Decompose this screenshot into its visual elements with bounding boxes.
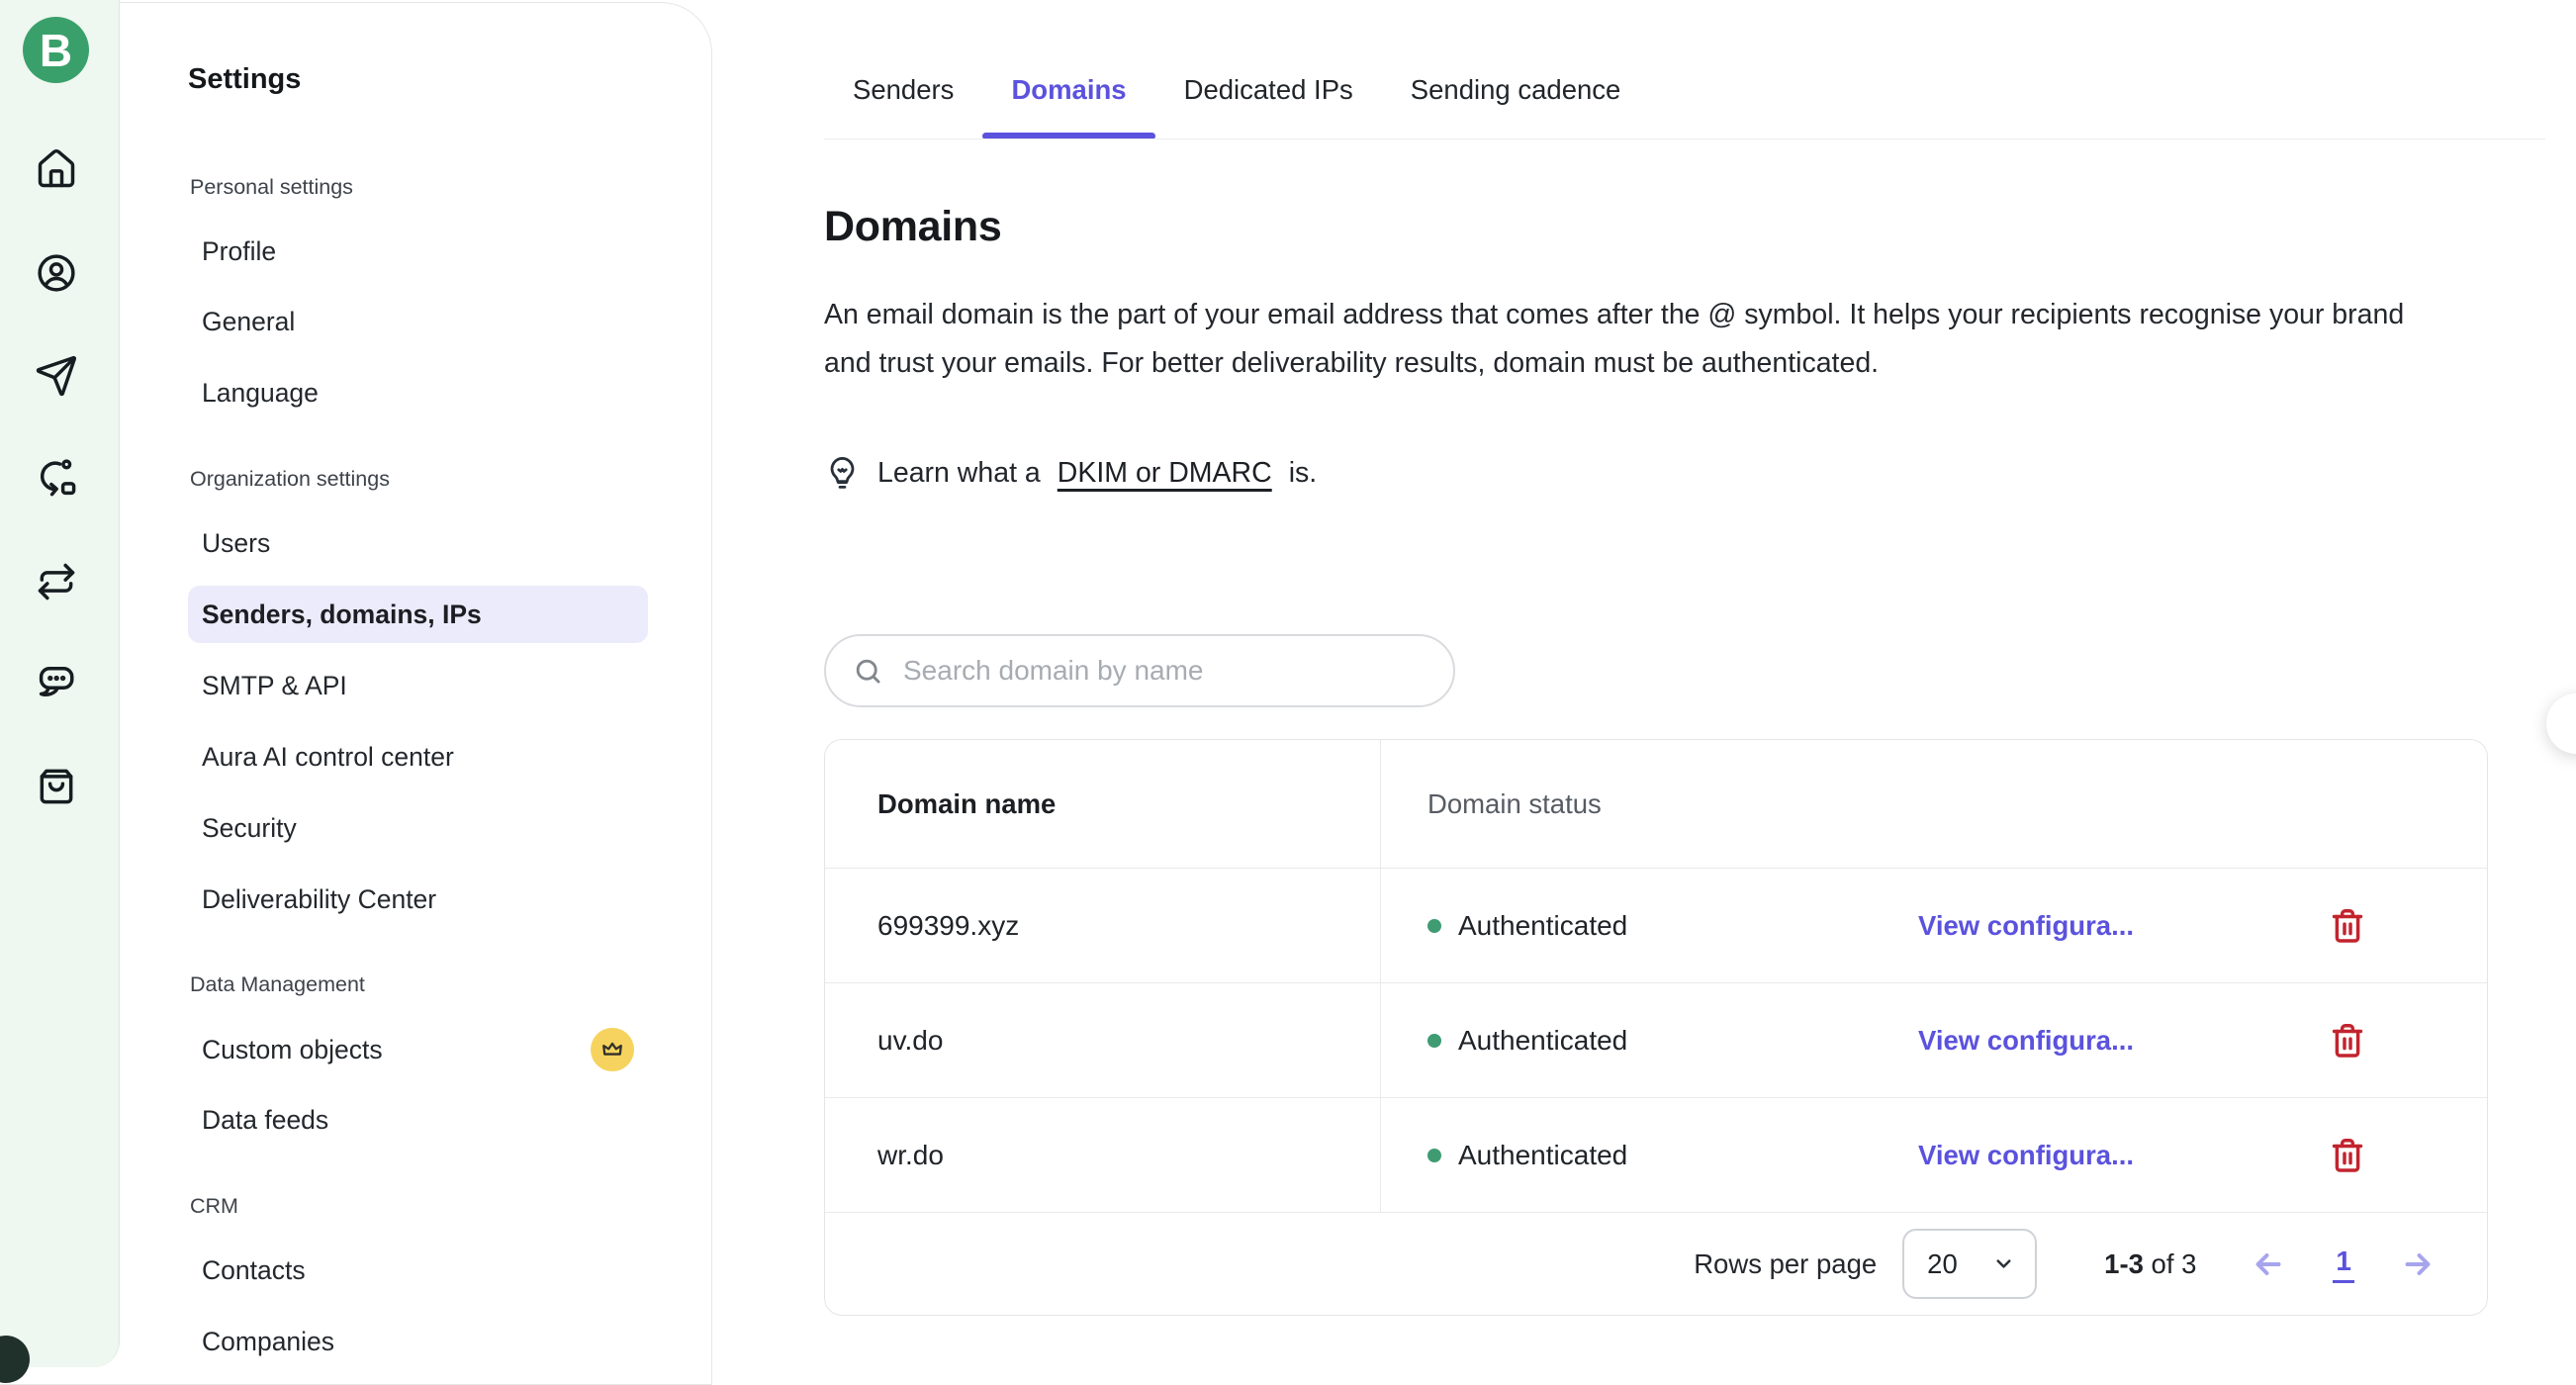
table-header: Domain name Domain status (825, 740, 2487, 869)
sidebar-item-custom-objects[interactable]: Custom objects (188, 1021, 648, 1078)
sidebar-item-users[interactable]: Users (188, 514, 648, 572)
learn-text-prefix: Learn what a (877, 457, 1041, 490)
lightbulb-icon (824, 455, 861, 492)
section-label-personal-settings: Personal settings (190, 175, 353, 200)
table-footer: Rows per page 20 1-3 of 3 1 (825, 1213, 2487, 1315)
domains-table: Domain name Domain status 699399.xyz Aut… (824, 739, 2488, 1316)
rows-per-page-select[interactable]: 20 (1902, 1229, 2037, 1299)
page-number-1[interactable]: 1 (2333, 1246, 2354, 1283)
domain-status-cell: Authenticated View configura... (1380, 983, 2487, 1097)
conversations-icon[interactable] (35, 660, 78, 703)
sidebar-item-label: Custom objects (202, 1035, 383, 1065)
sidebar-item-security[interactable]: Security (188, 799, 648, 857)
main-content: Senders Domains Dedicated IPs Sending ca… (712, 0, 2576, 1367)
brevo-logo[interactable]: B (23, 17, 89, 83)
tab-divider (824, 138, 2545, 139)
column-header-domain-name: Domain name (825, 740, 1380, 868)
app-rail: B (0, 0, 120, 1367)
domain-status-cell: Authenticated View configura... (1380, 1098, 2487, 1212)
search-icon (853, 656, 883, 687)
sidebar-item-companies[interactable]: Companies (188, 1313, 648, 1370)
sidebar-item-aura-ai[interactable]: Aura AI control center (188, 728, 648, 785)
rows-per-page-label: Rows per page (1694, 1248, 1877, 1280)
previous-page-arrow-icon[interactable] (2251, 1246, 2286, 1282)
table-row: uv.do Authenticated View configura... (825, 983, 2487, 1098)
tab-dedicated-ips[interactable]: Dedicated IPs (1155, 40, 1382, 139)
view-configuration-link[interactable]: View configura... (1918, 910, 2134, 942)
domain-status-cell: Authenticated View configura... (1380, 869, 2487, 982)
sidebar-item-general[interactable]: General (188, 293, 648, 350)
status-text: Authenticated (1458, 910, 1627, 942)
automation-icon[interactable] (35, 456, 78, 500)
page-title: Domains (824, 203, 1002, 251)
sidebar-item-smtp-api[interactable]: SMTP & API (188, 657, 648, 714)
dkim-dmarc-link[interactable]: DKIM or DMARC (1058, 457, 1272, 490)
search-input[interactable] (901, 654, 1429, 688)
domain-name-cell: uv.do (825, 983, 1380, 1097)
view-configuration-link[interactable]: View configura... (1918, 1025, 2134, 1057)
column-header-domain-status: Domain status (1380, 740, 2487, 868)
delete-domain-trash-icon[interactable] (2329, 1137, 2366, 1174)
domain-search (824, 634, 1455, 707)
table-row: 699399.xyz Authenticated View configura.… (825, 869, 2487, 983)
section-label-crm: CRM (190, 1194, 238, 1219)
sidebar-item-contacts[interactable]: Contacts (188, 1242, 648, 1299)
learn-text-suffix: is. (1289, 457, 1318, 490)
sidebar-item-senders-domains-ips[interactable]: Senders, domains, IPs (188, 586, 648, 643)
status-text: Authenticated (1458, 1140, 1627, 1171)
tab-senders[interactable]: Senders (824, 40, 982, 139)
campaigns-icon[interactable] (35, 354, 78, 398)
table-row: wr.do Authenticated View configura... (825, 1098, 2487, 1213)
pagination-total: of 3 (2152, 1248, 2197, 1279)
sidebar-item-data-feeds[interactable]: Data feeds (188, 1091, 648, 1149)
page-description: An email domain is the part of your emai… (824, 291, 2427, 387)
view-configuration-link[interactable]: View configura... (1918, 1140, 2134, 1171)
settings-sidebar: Settings Personal settings Profile Gener… (120, 0, 713, 1367)
status-dot-icon (1427, 1149, 1441, 1162)
rows-per-page-value: 20 (1927, 1248, 1958, 1280)
sidebar-item-profile[interactable]: Profile (188, 223, 648, 280)
sidebar-item-deliverability-center[interactable]: Deliverability Center (188, 871, 648, 928)
domain-name-cell: 699399.xyz (825, 869, 1380, 982)
pagination-range-bold: 1-3 (2104, 1248, 2144, 1279)
status-dot-icon (1427, 1034, 1441, 1048)
next-page-arrow-icon[interactable] (2400, 1246, 2436, 1282)
tab-domains[interactable]: Domains (982, 40, 1154, 139)
domain-name-cell: wr.do (825, 1098, 1380, 1212)
transactional-icon[interactable] (35, 560, 78, 603)
premium-crown-icon (591, 1028, 634, 1071)
section-label-data-management: Data Management (190, 972, 365, 997)
sidebar-item-language[interactable]: Language (188, 364, 648, 421)
pagination-range: 1-3 of 3 (2104, 1248, 2196, 1280)
learn-callout: Learn what a DKIM or DMARC is. (824, 455, 1317, 492)
sidebar-title: Settings (188, 63, 301, 96)
ecommerce-icon[interactable] (35, 765, 78, 808)
section-label-organization-settings: Organization settings (190, 467, 390, 492)
status-dot-icon (1427, 919, 1441, 933)
delete-domain-trash-icon[interactable] (2329, 1022, 2366, 1060)
delete-domain-trash-icon[interactable] (2329, 907, 2366, 945)
tab-bar: Senders Domains Dedicated IPs Sending ca… (824, 40, 1649, 139)
contacts-icon[interactable] (35, 251, 78, 295)
home-icon[interactable] (35, 147, 78, 191)
status-text: Authenticated (1458, 1025, 1627, 1057)
tab-sending-cadence[interactable]: Sending cadence (1382, 40, 1650, 139)
chevron-down-icon (1992, 1252, 2015, 1275)
